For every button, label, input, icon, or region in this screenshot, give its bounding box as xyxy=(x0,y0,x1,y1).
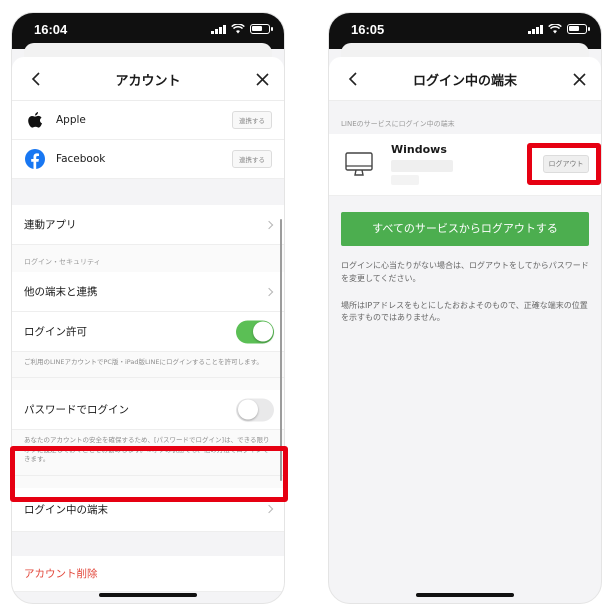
page-title: アカウント xyxy=(115,74,181,89)
password-login-note: あなたのアカウントの安全を確保するため、[パスワードでログイン]は、できる限りオ… xyxy=(12,430,284,476)
phone-right-logged-in-devices: 16:05 ログイン中の端末 LINEのサービスにログイン中の端末 Window… xyxy=(328,12,602,604)
password-login-row: パスワードでログイン xyxy=(12,390,284,431)
status-time: 16:04 xyxy=(34,22,68,37)
chevron-left-icon xyxy=(31,72,40,86)
navigation-bar: アカウント xyxy=(12,57,284,101)
battery-icon xyxy=(567,24,590,34)
cellular-signal-icon xyxy=(528,24,543,34)
home-indicator xyxy=(416,593,514,597)
delete-account-label: アカウント削除 xyxy=(24,567,98,580)
device-card-windows: Windows ログアウト xyxy=(329,134,601,196)
security-section-header: ログイン・セキュリティ xyxy=(12,245,284,272)
device-name: Windows xyxy=(391,143,447,156)
apple-link-row: Apple 連携する xyxy=(12,101,284,140)
back-button[interactable] xyxy=(339,65,367,93)
close-icon xyxy=(255,72,269,86)
apple-logo-icon xyxy=(24,109,46,131)
logout-device-button[interactable]: ログアウト xyxy=(543,155,589,173)
facebook-logo-icon xyxy=(24,148,46,170)
logged-in-devices-row[interactable]: ログイン中の端末 xyxy=(12,487,284,532)
wifi-icon xyxy=(231,24,245,34)
battery-icon xyxy=(250,24,273,34)
link-apple-button[interactable]: 連携する xyxy=(232,111,272,129)
other-devices-row[interactable]: 他の端末と連携 xyxy=(12,272,284,312)
login-permission-row: ログイン許可 xyxy=(12,312,284,352)
login-permission-note: ご利用のLINEアカウントでPC版・iPad版LINEにログインすることを許可し… xyxy=(12,352,284,379)
blurred-device-info xyxy=(391,160,453,172)
logged-in-devices-label: ログイン中の端末 xyxy=(24,503,108,516)
linked-apps-row[interactable]: 連動アプリ xyxy=(12,205,284,245)
scrollbar[interactable] xyxy=(279,219,282,481)
close-icon xyxy=(572,72,586,86)
linked-apps-label: 連動アプリ xyxy=(24,219,77,231)
logout-all-services-button[interactable]: すべてのサービスからログアウトする xyxy=(341,212,589,246)
phone-left-account-settings: 16:04 アカウント Apple 連携する Facebook 連携する 連動ア… xyxy=(11,12,285,604)
delete-account-row[interactable]: アカウント削除 xyxy=(12,555,284,592)
close-button[interactable] xyxy=(248,65,276,93)
blurred-device-info xyxy=(391,175,419,185)
status-time: 16:05 xyxy=(351,22,385,37)
navigation-bar: ログイン中の端末 xyxy=(329,57,601,101)
home-indicator xyxy=(99,593,197,597)
login-permission-toggle[interactable] xyxy=(236,320,274,343)
cellular-signal-icon xyxy=(211,24,226,34)
info-text-location: 場所はIPアドレスをもとにしたおおよそのもので、正確な端末の位置を示すものではあ… xyxy=(341,300,588,323)
close-button[interactable] xyxy=(565,65,593,93)
back-button[interactable] xyxy=(22,65,50,93)
facebook-link-row: Facebook 連携する xyxy=(12,140,284,179)
desktop-computer-icon xyxy=(345,152,373,176)
wifi-icon xyxy=(548,24,562,34)
chevron-left-icon xyxy=(348,72,357,86)
password-login-toggle[interactable] xyxy=(236,398,274,422)
other-devices-label: 他の端末と連携 xyxy=(24,286,98,298)
link-facebook-button[interactable]: 連携する xyxy=(232,150,272,168)
devices-section-header: LINEのサービスにログイン中の端末 xyxy=(329,101,601,134)
page-title: ログイン中の端末 xyxy=(412,74,517,89)
info-text-change-password: ログインに心当たりがない場合は、ログアウトをしてからパスワードを変更してください… xyxy=(341,261,589,283)
